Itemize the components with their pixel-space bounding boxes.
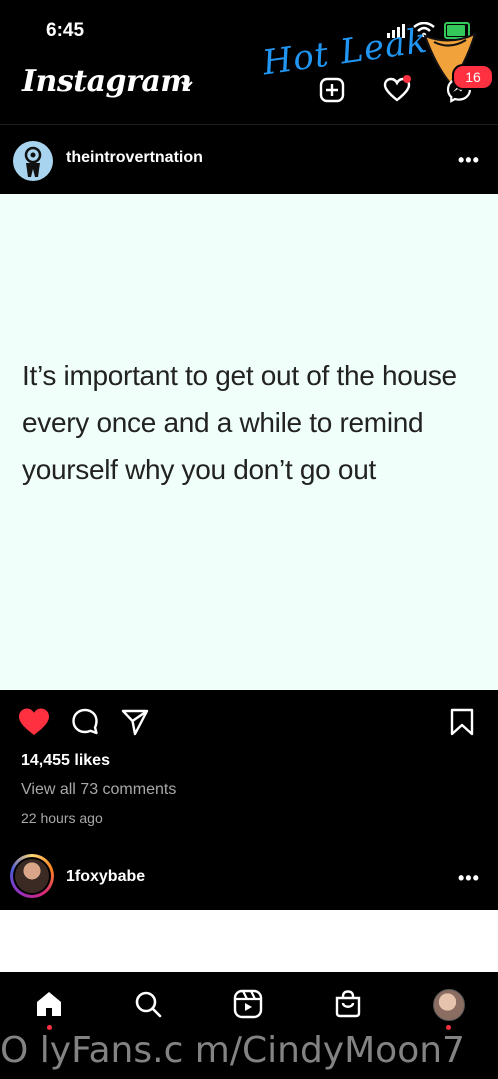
shop-icon[interactable] bbox=[332, 988, 364, 1020]
activity-dot bbox=[403, 75, 411, 83]
next-post-username[interactable]: 1foxybabe bbox=[66, 868, 145, 886]
post-timestamp: 22 hours ago bbox=[21, 810, 103, 826]
search-icon[interactable] bbox=[132, 988, 164, 1020]
post-more-button[interactable]: ••• bbox=[458, 150, 480, 171]
avatar-story-ring[interactable] bbox=[10, 854, 54, 898]
save-bookmark-icon[interactable] bbox=[449, 707, 475, 737]
post-username[interactable]: theintrovertnation bbox=[66, 149, 203, 167]
likes-count[interactable]: 14,455 likes bbox=[21, 752, 110, 770]
avatar[interactable] bbox=[13, 141, 53, 181]
home-icon[interactable] bbox=[33, 988, 65, 1020]
post-quote-text: It’s important to get out of the house e… bbox=[22, 360, 457, 485]
like-heart-icon[interactable] bbox=[18, 707, 50, 737]
header-divider bbox=[0, 124, 498, 125]
status-time: 6:45 bbox=[46, 20, 85, 41]
chevron-down-icon[interactable] bbox=[180, 80, 194, 90]
message-count-badge: 16 bbox=[452, 64, 494, 90]
profile-avatar-tab[interactable] bbox=[433, 989, 465, 1021]
instagram-logo[interactable]: Instagram bbox=[22, 64, 192, 99]
footer-watermark-text: O lyFans.c m/CindyMoon7 bbox=[0, 1030, 465, 1071]
comment-icon[interactable] bbox=[70, 707, 100, 737]
view-comments-link[interactable]: View all 73 comments bbox=[21, 781, 176, 799]
new-post-icon[interactable] bbox=[318, 76, 346, 104]
next-post-image[interactable] bbox=[0, 910, 498, 972]
share-icon[interactable] bbox=[120, 707, 150, 737]
next-post-more-button[interactable]: ••• bbox=[458, 868, 480, 889]
introvert-figure-icon bbox=[24, 146, 42, 177]
avatar bbox=[15, 859, 49, 893]
reels-icon[interactable] bbox=[232, 988, 264, 1020]
